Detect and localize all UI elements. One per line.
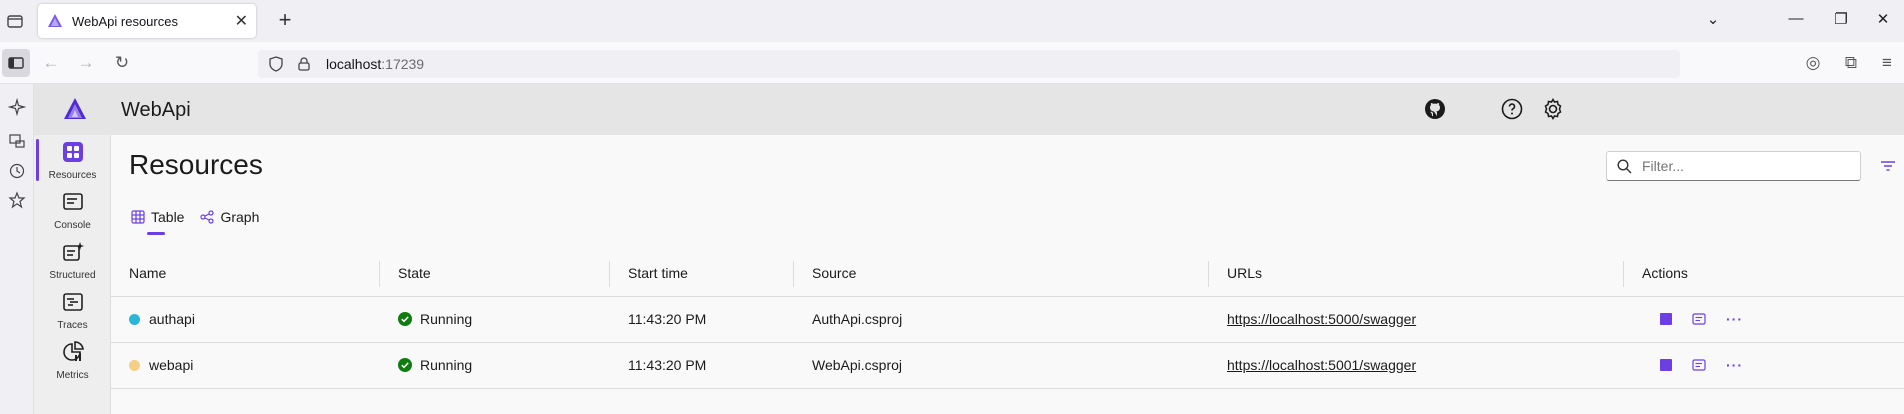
filter-box[interactable] [1606,151,1861,181]
back-icon[interactable]: ← [40,52,62,74]
account-icon[interactable]: ◎ [1802,52,1824,74]
more-actions-icon[interactable]: ··· [1726,357,1743,373]
nav-label: Metrics [56,370,89,381]
tab-close-icon[interactable]: ✕ [235,11,248,31]
browser-sidebar [0,84,34,414]
more-actions-icon[interactable]: ··· [1726,311,1743,327]
resources-table: Name State Start time Source URLs Action… [111,251,1904,389]
list-all-tabs-icon[interactable]: ⌄ [1702,10,1724,28]
table-row: authapi Running 11:43:20 PM AuthApi.cspr… [111,296,1904,343]
resource-state: Running [420,311,473,327]
tab-table[interactable]: Table [131,205,184,235]
console-icon [62,193,83,210]
stop-button[interactable] [1660,359,1672,371]
forward-icon[interactable]: → [75,52,97,74]
view-tabs: Table Graph [131,205,275,235]
resource-source: WebApi.csproj [812,357,903,373]
nav-item-structured[interactable]: Structured [34,235,111,285]
tab-table-label: Table [151,209,185,225]
resource-color-dot [129,359,140,371]
nav-label: Structured [49,270,96,281]
running-check-icon [398,312,412,326]
menu-icon[interactable]: ≡ [1876,52,1898,74]
nav-label: Console [54,220,91,231]
resource-name[interactable]: authapi [149,311,195,327]
running-check-icon [398,358,412,372]
structured-icon [62,242,84,261]
sidebar-toggle-button[interactable] [2,49,30,77]
github-icon[interactable] [1423,97,1447,121]
resource-color-dot [129,313,140,325]
page-title: Resources [129,149,263,180]
aspire-favicon-icon [48,14,62,27]
app-nav: Resources Console Structured Traces Metr… [34,135,111,414]
column-header-name[interactable]: Name [111,251,380,297]
browser-tab[interactable]: WebApi resources ✕ [38,4,256,38]
url-bar[interactable]: localhost:17239 [258,50,1680,78]
resource-url-link[interactable]: https://localhost:5001/swagger [1227,357,1416,373]
graph-icon [200,210,215,224]
synced-tabs-icon[interactable] [8,132,26,150]
minimize-icon[interactable]: — [1785,10,1807,27]
tab-graph[interactable]: Graph [200,205,259,235]
resource-name[interactable]: webapi [149,357,193,373]
url-port: :17239 [381,56,425,72]
tab-title: WebApi resources [72,13,178,29]
resources-icon [62,142,83,162]
app-title: WebApi [121,99,191,121]
url-host: localhost [326,56,382,72]
lock-icon [298,57,310,71]
restore-icon[interactable]: ❐ [1830,10,1852,28]
reload-icon[interactable]: ↻ [111,52,133,74]
help-icon[interactable] [1500,97,1524,121]
table-icon [131,210,145,224]
traces-icon [62,293,83,311]
table-row: webapi Running 11:43:20 PM WebApi.csproj… [111,342,1904,389]
app-header: WebApi [34,84,1904,135]
filter-icon[interactable] [1879,157,1897,175]
nav-item-traces[interactable]: Traces [34,285,111,335]
nav-label: Resources [48,170,97,181]
tab-list-icon[interactable] [6,12,24,30]
search-icon [1617,158,1632,173]
shield-icon [269,56,283,72]
nav-label: Traces [57,320,88,331]
main-content: Resources Table Graph Name State Start t… [111,135,1904,414]
view-console-logs-icon[interactable] [1692,313,1706,325]
aspire-logo-icon[interactable] [62,96,88,122]
column-header-start-time[interactable]: Start time [610,251,794,297]
view-console-logs-icon[interactable] [1692,359,1706,371]
column-header-source[interactable]: Source [794,251,1209,297]
column-header-state[interactable]: State [380,251,610,297]
tab-graph-label: Graph [220,209,260,225]
metrics-icon [62,341,84,361]
new-tab-button[interactable]: + [272,8,298,34]
sidebar-icon [8,57,24,69]
resource-start-time: 11:43:20 PM [628,357,707,373]
window-close-icon[interactable]: ✕ [1872,10,1894,28]
ai-chatbot-icon[interactable] [8,98,26,116]
filter-input[interactable] [1642,158,1842,174]
bookmarks-star-icon[interactable] [8,191,26,209]
nav-item-console[interactable]: Console [34,185,111,235]
stop-button[interactable] [1660,313,1672,325]
history-icon[interactable] [8,162,26,180]
column-header-actions: Actions [1624,251,1904,297]
nav-item-resources[interactable]: Resources [34,135,111,185]
nav-item-metrics[interactable]: Metrics [34,335,111,385]
settings-gear-icon[interactable] [1541,97,1565,121]
column-header-urls[interactable]: URLs [1209,251,1624,297]
resource-source: AuthApi.csproj [812,311,903,327]
browser-tabbar: WebApi resources ✕ + ⌄ — ❐ ✕ [0,0,1904,42]
resource-state: Running [420,357,473,373]
table-header-row: Name State Start time Source URLs Action… [111,251,1904,297]
resource-start-time: 11:43:20 PM [628,311,707,327]
extensions-icon[interactable]: ⧉ [1840,52,1862,74]
resource-url-link[interactable]: https://localhost:5000/swagger [1227,311,1416,327]
